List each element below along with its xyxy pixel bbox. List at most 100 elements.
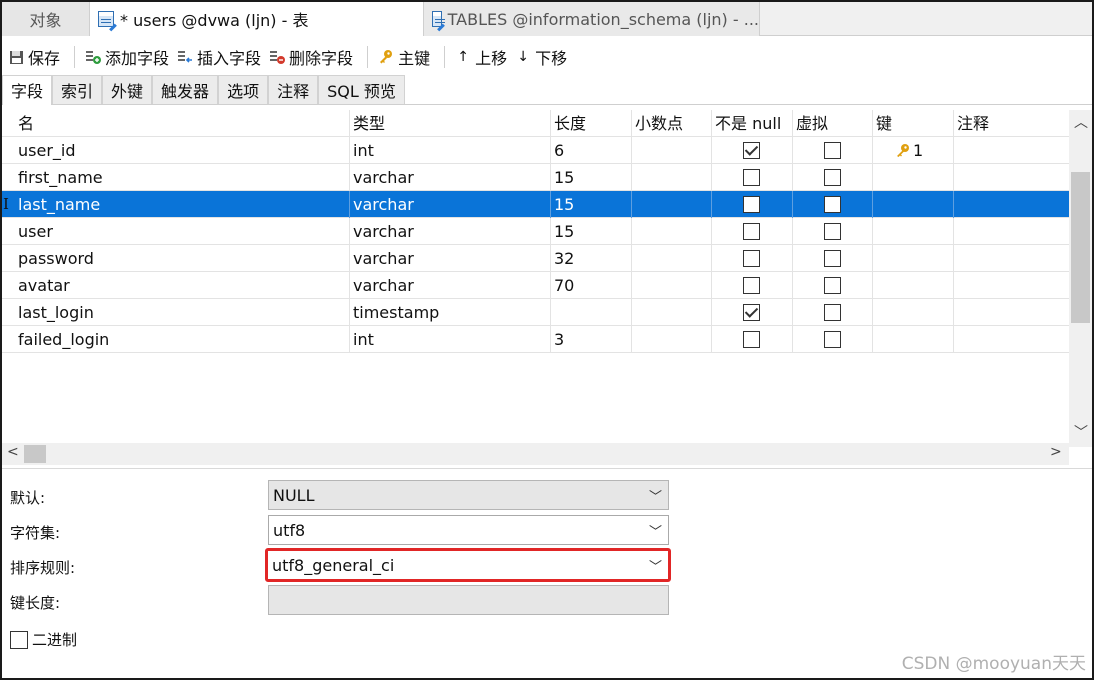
field-type-cell[interactable]: varchar — [350, 245, 551, 272]
horizontal-scroll-thumb[interactable] — [24, 445, 46, 463]
virtual-checkbox[interactable] — [824, 196, 841, 213]
virtual-checkbox[interactable] — [824, 250, 841, 267]
column-header-key[interactable]: 键 — [873, 110, 954, 137]
horizontal-scrollbar[interactable]: < > — [2, 443, 1069, 465]
not-null-checkbox[interactable] — [743, 277, 760, 294]
field-type-cell[interactable]: varchar — [350, 164, 551, 191]
field-type-cell[interactable]: varchar — [350, 191, 551, 218]
scroll-up-icon[interactable]: ︿ — [1074, 112, 1088, 132]
key-cell[interactable] — [873, 272, 954, 299]
column-header-type[interactable]: 类型 — [350, 110, 551, 137]
field-decimals-cell[interactable] — [632, 272, 712, 299]
not-null-checkbox[interactable] — [743, 250, 760, 267]
field-length-cell[interactable]: 15 — [551, 191, 632, 218]
field-length-cell[interactable] — [551, 299, 632, 326]
column-header-length[interactable]: 长度 — [551, 110, 632, 137]
field-name-cell[interactable]: last_login — [15, 299, 350, 326]
not-null-checkbox[interactable] — [743, 223, 760, 240]
not-null-checkbox[interactable] — [743, 169, 760, 186]
scroll-right-icon[interactable]: > — [1050, 444, 1062, 460]
field-comment-cell[interactable] — [954, 191, 1069, 218]
move-down-button[interactable]: ↓ 下移 — [513, 42, 573, 72]
field-type-cell[interactable]: int — [350, 137, 551, 164]
field-length-cell[interactable]: 15 — [551, 218, 632, 245]
field-comment-cell[interactable] — [954, 218, 1069, 245]
table-row[interactable]: first_name varchar 15 — [2, 164, 1069, 191]
key-cell[interactable] — [873, 191, 954, 218]
field-name-cell[interactable]: user_id — [15, 137, 350, 164]
field-decimals-cell[interactable] — [632, 299, 712, 326]
table-row[interactable]: last_login timestamp — [2, 299, 1069, 326]
key-cell[interactable] — [873, 164, 954, 191]
table-row[interactable]: avatar varchar 70 — [2, 272, 1069, 299]
column-header-virtual[interactable]: 虚拟 — [793, 110, 873, 137]
virtual-checkbox[interactable] — [824, 223, 841, 240]
tab-triggers[interactable]: 触发器 — [152, 75, 219, 104]
field-type-cell[interactable]: timestamp — [350, 299, 551, 326]
key-cell[interactable] — [873, 245, 954, 272]
add-field-button[interactable]: 添加字段 — [83, 42, 175, 72]
field-length-cell[interactable]: 32 — [551, 245, 632, 272]
tab-tables-information-schema[interactable]: TABLES @information_schema (ljn) - ... — [424, 2, 760, 36]
not-null-checkbox[interactable] — [743, 196, 760, 213]
tab-fields[interactable]: 字段 — [2, 75, 53, 105]
scroll-left-icon[interactable]: < — [7, 444, 19, 460]
tab-objects[interactable]: 对象 — [2, 2, 90, 36]
vertical-scroll-thumb[interactable] — [1071, 172, 1090, 323]
collation-select[interactable]: utf8_general_ci ﹀ — [265, 548, 671, 582]
field-type-cell[interactable]: varchar — [350, 218, 551, 245]
key-cell[interactable] — [873, 218, 954, 245]
delete-field-button[interactable]: 删除字段 — [267, 42, 359, 72]
field-name-cell[interactable]: last_name — [15, 191, 350, 218]
virtual-checkbox[interactable] — [824, 277, 841, 294]
tab-users-table[interactable]: * users @dvwa (ljn) - 表 — [90, 2, 424, 36]
field-decimals-cell[interactable] — [632, 245, 712, 272]
virtual-checkbox[interactable] — [824, 169, 841, 186]
vertical-scrollbar[interactable]: ︿ ﹀ — [1069, 110, 1092, 447]
field-name-cell[interactable]: avatar — [15, 272, 350, 299]
field-comment-cell[interactable] — [954, 164, 1069, 191]
field-comment-cell[interactable] — [954, 245, 1069, 272]
tab-options[interactable]: 选项 — [218, 75, 269, 104]
virtual-checkbox[interactable] — [824, 331, 841, 348]
field-name-cell[interactable]: failed_login — [15, 326, 350, 353]
not-null-checkbox[interactable] — [743, 304, 760, 321]
table-row[interactable]: password varchar 32 — [2, 245, 1069, 272]
tab-foreign-keys[interactable]: 外键 — [102, 75, 153, 104]
move-up-button[interactable]: ↑ 上移 — [453, 42, 513, 72]
column-header-name[interactable]: 名 — [15, 110, 350, 137]
field-length-cell[interactable]: 70 — [551, 272, 632, 299]
binary-checkbox[interactable] — [10, 630, 28, 649]
field-comment-cell[interactable] — [954, 272, 1069, 299]
not-null-checkbox[interactable] — [743, 331, 760, 348]
field-decimals-cell[interactable] — [632, 326, 712, 353]
column-header-not-null[interactable]: 不是 null — [712, 110, 793, 137]
tab-comment[interactable]: 注释 — [268, 75, 319, 104]
save-button[interactable]: 保存 — [6, 42, 66, 72]
table-row[interactable]: user varchar 15 — [2, 218, 1069, 245]
column-header-decimals[interactable]: 小数点 — [632, 110, 712, 137]
field-length-cell[interactable]: 6 — [551, 137, 632, 164]
field-comment-cell[interactable] — [954, 299, 1069, 326]
default-select[interactable]: NULL ﹀ — [268, 480, 669, 510]
primary-key-button[interactable]: 主键 — [376, 42, 436, 72]
field-name-cell[interactable]: password — [15, 245, 350, 272]
key-cell[interactable] — [873, 326, 954, 353]
field-name-cell[interactable]: user — [15, 218, 350, 245]
table-row[interactable]: user_id int 6 1 — [2, 137, 1069, 164]
key-cell[interactable]: 1 — [873, 137, 954, 164]
tab-sql-preview[interactable]: SQL 预览 — [318, 75, 405, 104]
virtual-checkbox[interactable] — [824, 304, 841, 321]
field-decimals-cell[interactable] — [632, 218, 712, 245]
field-decimals-cell[interactable] — [632, 164, 712, 191]
field-comment-cell[interactable] — [954, 137, 1069, 164]
virtual-checkbox[interactable] — [824, 142, 841, 159]
field-length-cell[interactable]: 15 — [551, 164, 632, 191]
field-name-cell[interactable]: first_name — [15, 164, 350, 191]
field-type-cell[interactable]: varchar — [350, 272, 551, 299]
tab-indexes[interactable]: 索引 — [52, 75, 103, 104]
not-null-checkbox[interactable] — [743, 142, 760, 159]
table-row[interactable]: failed_login int 3 — [2, 326, 1069, 353]
key-cell[interactable] — [873, 299, 954, 326]
field-decimals-cell[interactable] — [632, 191, 712, 218]
